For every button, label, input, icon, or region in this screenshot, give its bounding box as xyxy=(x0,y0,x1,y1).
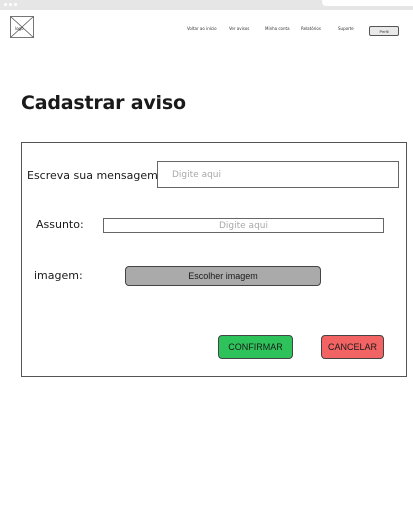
cancel-button[interactable]: CANCELAR xyxy=(321,335,384,359)
confirm-button[interactable]: CONFIRMAR xyxy=(218,335,293,359)
nav-link-support[interactable]: Suporte xyxy=(338,26,354,31)
nav-link-account[interactable]: Minha conta xyxy=(265,26,290,31)
browser-chrome-bar xyxy=(0,0,413,10)
page-title: Cadastrar aviso xyxy=(21,92,186,114)
nav-link-notices[interactable]: Ver avisos xyxy=(229,26,249,31)
profile-button[interactable]: Perfil xyxy=(369,26,399,36)
nav-link-home[interactable]: Voltar ao início xyxy=(187,26,217,31)
logo-label: logo xyxy=(15,26,24,31)
nav-link-reports[interactable]: Relatórios xyxy=(301,26,321,31)
window-dot xyxy=(4,3,7,6)
message-input[interactable]: Digite aqui xyxy=(157,161,399,188)
choose-image-button[interactable]: Escolher imagem xyxy=(125,266,321,286)
subject-input[interactable]: Digite aqui xyxy=(103,218,384,233)
image-label: imagem: xyxy=(34,269,83,282)
window-dot xyxy=(14,3,17,6)
address-bar[interactable] xyxy=(322,0,413,6)
subject-label: Assunto: xyxy=(36,218,84,231)
window-dot xyxy=(9,3,12,6)
message-label: Escreva sua mensagem: xyxy=(27,169,162,182)
